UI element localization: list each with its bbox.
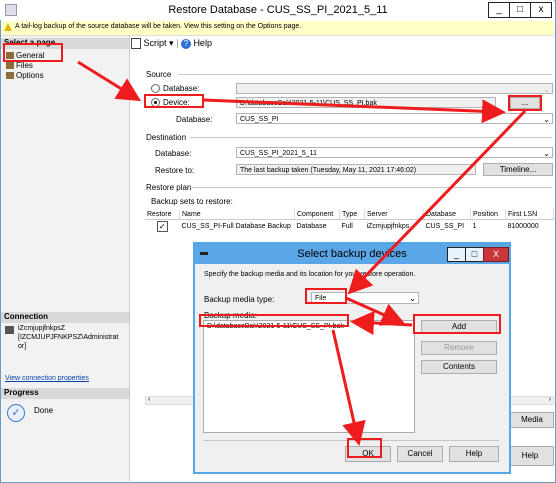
dialog-help-button[interactable]: Help xyxy=(449,446,499,462)
backup-sets-table: Restore Name Component Type Server Datab… xyxy=(145,209,554,232)
annotation-box-ok xyxy=(347,438,382,458)
help-toolbar-button[interactable]: ? Help xyxy=(180,38,212,49)
connection-header: Connection xyxy=(1,312,129,323)
database-radio-circle[interactable] xyxy=(151,84,160,94)
chevron-down-icon: ⌄ xyxy=(409,294,416,303)
window-title: Restore Database - CUS_SS_PI_2021_5_11 xyxy=(168,4,388,16)
connection-info: iZcmjupjfnkpsZ [IZCMJUPJFNKPSZ\Administr… xyxy=(18,324,118,351)
cell-first-lsn: 81000000 xyxy=(507,222,539,230)
annotation-box-file xyxy=(305,288,347,304)
restore-to-field: The last backup taken (Tuesday, May 11, … xyxy=(236,164,476,175)
minimize-button[interactable]: _ xyxy=(488,2,510,18)
page-options[interactable]: Options xyxy=(6,71,44,80)
timeline-button[interactable]: Timeline... xyxy=(483,163,553,176)
tail-log-warning: A tail-log backup of the source database… xyxy=(1,21,554,36)
wrench-icon xyxy=(6,72,14,80)
cell-server: iZcmjupjfnkps xyxy=(366,222,410,230)
col-type[interactable]: Type xyxy=(339,209,365,220)
progress-status: Done xyxy=(34,406,54,415)
destination-database-dropdown[interactable]: CUS_SS_PI_2021_5_11 ⌄ xyxy=(236,147,553,158)
connection-user: [IZCMJUPJFNKPSZ\Administrat xyxy=(18,334,119,341)
media-type-label: Backup media type: xyxy=(204,295,275,304)
scroll-right-icon[interactable]: › xyxy=(549,396,551,403)
annotation-box-device xyxy=(144,94,204,108)
restore-plan-label: Restore plan xyxy=(146,183,192,192)
col-component[interactable]: Component xyxy=(294,209,340,220)
warning-text: A tail-log backup of the source database… xyxy=(15,23,302,30)
annotation-box-general xyxy=(3,43,63,62)
help-label: Help xyxy=(193,38,212,48)
annotation-box-browse xyxy=(508,95,542,111)
script-icon xyxy=(131,38,141,50)
cell-position: 1 xyxy=(472,222,477,230)
dialog-minimize-button[interactable]: _ xyxy=(447,247,466,262)
main-help-button[interactable]: Help xyxy=(506,446,554,466)
script-button[interactable]: Script ▾ xyxy=(131,38,174,50)
page-options-label: Options xyxy=(16,71,44,80)
connection-user-cont: or] xyxy=(18,343,27,350)
maximize-button[interactable]: □ xyxy=(509,2,531,18)
cell-component: Database xyxy=(296,222,327,230)
contents-button[interactable]: Contents xyxy=(421,360,497,374)
table-header: Restore Name Component Type Server Datab… xyxy=(145,209,554,220)
destination-database-label: Database: xyxy=(155,149,192,158)
table-row[interactable]: ✓ CUS_SS_PI-Full Database Backup Databas… xyxy=(145,220,554,233)
annotation-box-add xyxy=(413,314,501,334)
source-database-select: ⌄ xyxy=(236,83,553,94)
remove-button: Remove xyxy=(421,341,497,355)
dialog-instructions: Specify the backup media and its locatio… xyxy=(204,271,416,278)
warning-icon xyxy=(4,23,12,31)
source-database-label: Database: xyxy=(176,115,213,124)
wrench-icon xyxy=(6,62,14,70)
chevron-down-icon: ⌄ xyxy=(543,115,550,124)
progress-header: Progress xyxy=(1,388,129,399)
device-path-field: D:\databaseBak\2021-5-11\CUS_SS_PI.bak xyxy=(236,97,496,108)
col-position[interactable]: Position xyxy=(470,209,506,220)
chevron-down-icon: ⌄ xyxy=(543,85,550,94)
backup-sets-label: Backup sets to restore: xyxy=(151,197,233,206)
destination-database-value: CUS_SS_PI_2021_5_11 xyxy=(240,150,317,157)
server-icon xyxy=(5,326,14,334)
cell-type: Full xyxy=(341,222,353,230)
source-label: Source xyxy=(146,70,172,79)
title-bar: Restore Database - CUS_SS_PI_2021_5_11 _… xyxy=(0,0,554,20)
cancel-button[interactable]: Cancel xyxy=(397,446,443,462)
dialog-maximize-button[interactable]: □ xyxy=(465,247,484,262)
verify-media-button[interactable]: Media xyxy=(510,412,554,428)
done-check-icon: ✓ xyxy=(7,404,25,422)
database-radio[interactable]: Database: xyxy=(151,84,200,94)
source-database-value: CUS_SS_PI xyxy=(240,116,279,123)
restore-checkbox[interactable]: ✓ xyxy=(156,220,168,232)
col-first-lsn[interactable]: First LSN xyxy=(505,209,554,220)
page-files[interactable]: Files xyxy=(6,61,33,70)
script-label: Script xyxy=(143,38,167,48)
source-database-dropdown[interactable]: CUS_SS_PI ⌄ xyxy=(236,113,553,124)
page-files-label: Files xyxy=(16,61,33,70)
restore-plan-divider xyxy=(188,187,552,188)
toolbar: Script ▾ | ? Help xyxy=(131,38,212,50)
col-database[interactable]: Database xyxy=(423,209,471,220)
cell-name: CUS_SS_PI-Full Database Backup xyxy=(181,222,291,230)
dialog-title-bar: Select backup devices _ □ X xyxy=(195,244,509,264)
destination-divider xyxy=(190,137,552,138)
col-name[interactable]: Name xyxy=(179,209,295,220)
left-pane: Select a page General Files Options Conn… xyxy=(1,36,130,481)
scroll-left-icon[interactable]: ‹ xyxy=(148,396,150,403)
annotation-box-media-item xyxy=(199,314,349,327)
cell-database: CUS_SS_PI xyxy=(425,222,465,230)
connection-server: iZcmjupjfnkpsZ xyxy=(18,325,66,332)
view-connection-link[interactable]: View connection properties xyxy=(5,375,89,382)
source-divider xyxy=(178,74,552,75)
chevron-down-icon: ⌄ xyxy=(543,149,550,158)
col-server[interactable]: Server xyxy=(364,209,424,220)
help-icon: ? xyxy=(180,38,191,49)
col-restore[interactable]: Restore xyxy=(145,209,180,220)
restore-to-label: Restore to: xyxy=(155,166,195,175)
destination-label: Destination xyxy=(146,133,187,142)
dialog-close-button[interactable]: X xyxy=(483,247,509,262)
database-radio-label: Database: xyxy=(163,84,200,93)
backup-media-list[interactable]: D:\databaseBak\2021-5-11\CUS_SS_PI.bak xyxy=(203,320,415,433)
close-button[interactable]: x xyxy=(530,2,552,18)
